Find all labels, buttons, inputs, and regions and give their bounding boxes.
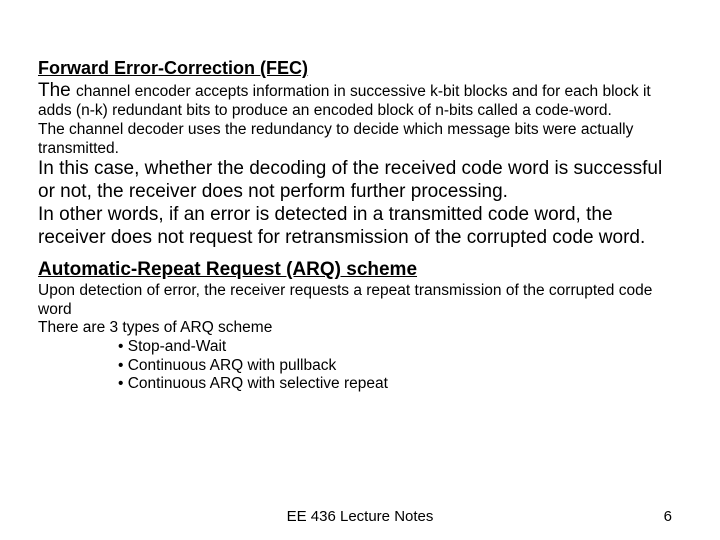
- footer-title: EE 436 Lecture Notes: [287, 508, 434, 525]
- lead-word: The: [38, 80, 76, 101]
- paragraph-arq-detect: Upon detection of error, the receiver re…: [38, 282, 682, 319]
- bullet-selective-repeat: • Continuous ARQ with selective repeat: [118, 375, 682, 394]
- page-number: 6: [664, 508, 672, 525]
- paragraph-processing: In this case, whether the decoding of th…: [38, 158, 682, 204]
- paragraph-arq-types: There are 3 types of ARQ scheme: [38, 319, 682, 338]
- heading-fec: Forward Error-Correction (FEC): [38, 58, 682, 80]
- bullet-pullback: • Continuous ARQ with pullback: [118, 357, 682, 376]
- encoder-text: channel encoder accepts information in s…: [38, 83, 651, 120]
- paragraph-encoder: The channel encoder accepts information …: [38, 80, 682, 121]
- heading-arq: Automatic-Repeat Request (ARQ) scheme: [38, 259, 682, 282]
- bullet-list: • Stop-and-Wait • Continuous ARQ with pu…: [38, 338, 682, 394]
- slide-content: Forward Error-Correction (FEC) The chann…: [0, 0, 720, 394]
- bullet-stop-and-wait: • Stop-and-Wait: [118, 338, 682, 357]
- paragraph-noretrans: In other words, if an error is detected …: [38, 204, 682, 250]
- paragraph-decoder: The channel decoder uses the redundancy …: [38, 121, 682, 158]
